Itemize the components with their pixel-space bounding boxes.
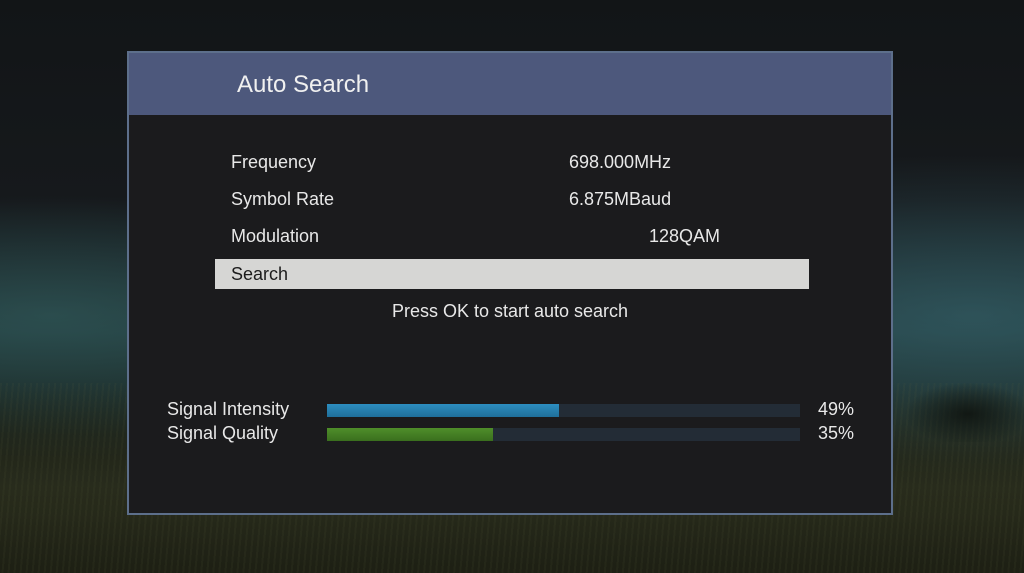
frequency-label: Frequency bbox=[231, 152, 317, 172]
frequency-value: 698.000MHz bbox=[569, 152, 672, 172]
modulation-value: 128QAM bbox=[649, 226, 721, 246]
signal-intensity-fill bbox=[327, 404, 559, 417]
symbol-rate-label: Symbol Rate bbox=[231, 189, 335, 209]
modulation-label: Modulation bbox=[231, 226, 320, 246]
symbol-rate-value: 6.875MBaud bbox=[569, 189, 672, 209]
signal-quality-value: 35% bbox=[818, 423, 855, 443]
modulation-row[interactable]: Modulation 128QAM bbox=[215, 221, 809, 251]
signal-intensity-label: Signal Intensity bbox=[167, 399, 290, 419]
dialog-title: Auto Search bbox=[237, 71, 370, 98]
symbol-rate-row[interactable]: Symbol Rate 6.875MBaud bbox=[215, 184, 809, 214]
signal-quality-row: Signal Quality 35% bbox=[167, 423, 867, 445]
signal-intensity-row: Signal Intensity 49% bbox=[167, 399, 867, 421]
background-trees bbox=[884, 372, 1024, 442]
signal-quality-bar bbox=[327, 428, 800, 441]
signal-intensity-bar bbox=[327, 404, 800, 417]
search-label: Search bbox=[231, 264, 289, 284]
auto-search-dialog: Auto Search Frequency 698.000MHz Symbol … bbox=[127, 51, 893, 515]
dialog-header: Auto Search bbox=[129, 53, 891, 115]
signal-quality-label: Signal Quality bbox=[167, 423, 279, 443]
hint-text: Press OK to start auto search bbox=[391, 301, 629, 321]
signal-intensity-value: 49% bbox=[818, 399, 855, 419]
search-button[interactable]: Search bbox=[215, 259, 809, 289]
signal-quality-fill bbox=[327, 428, 493, 441]
frequency-row[interactable]: Frequency 698.000MHz bbox=[215, 147, 809, 177]
